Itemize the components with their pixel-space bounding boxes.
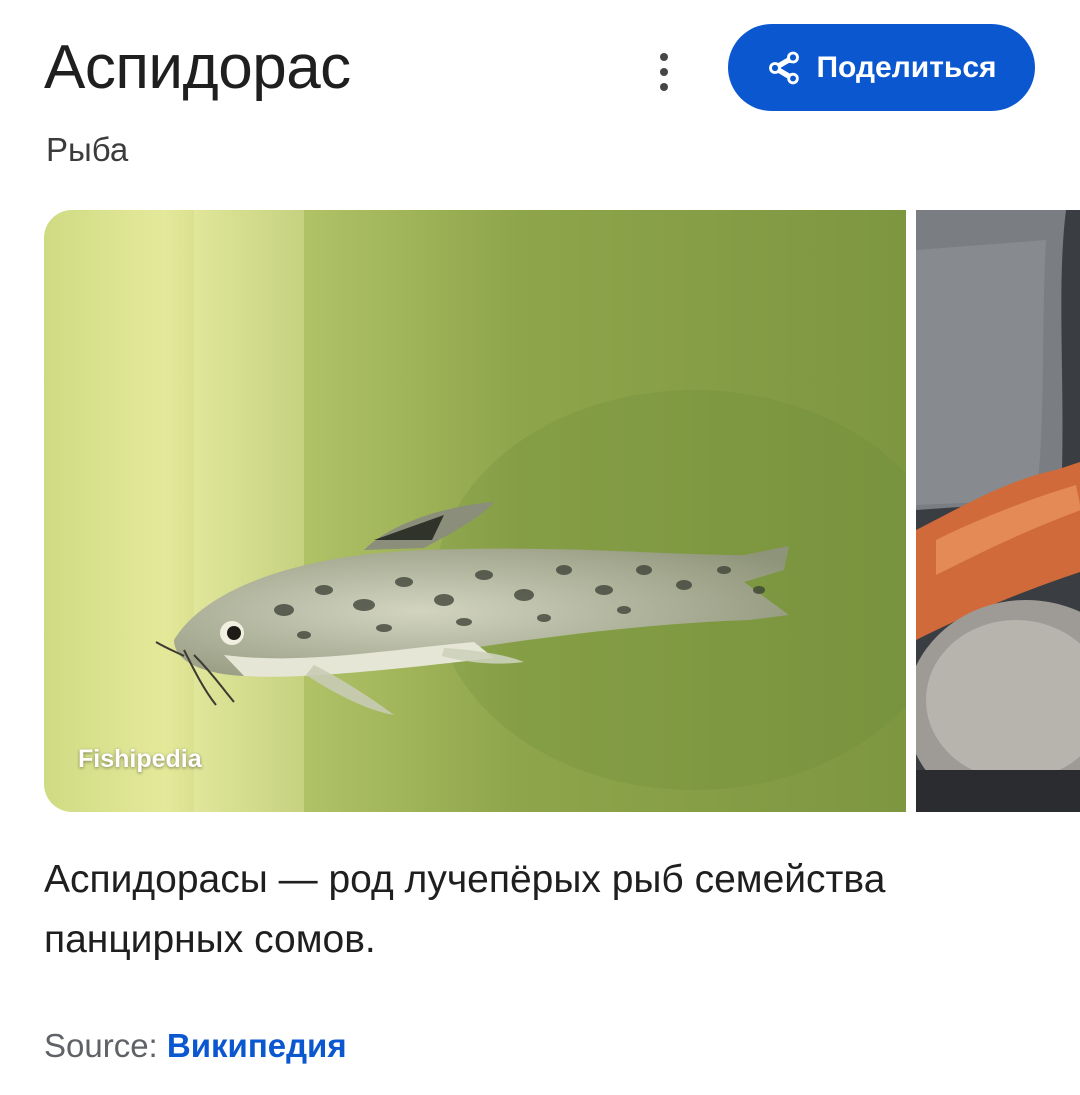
share-icon bbox=[766, 50, 802, 86]
entity-type: Рыба bbox=[46, 131, 129, 168]
source-prefix: Source: bbox=[44, 1027, 167, 1064]
source-link-wikipedia[interactable]: Википедия bbox=[167, 1027, 347, 1064]
image-carousel[interactable]: Fishipedia bbox=[44, 210, 1080, 812]
source-attribution: Source: Википедия bbox=[44, 1024, 347, 1068]
image-source-label: Fishipedia bbox=[78, 745, 202, 773]
fish-image-card-2[interactable] bbox=[916, 210, 1080, 812]
more-options-button[interactable] bbox=[640, 44, 688, 100]
entity-description: Аспидорасы — род лучепёрых рыб семейства… bbox=[44, 858, 886, 961]
more-vert-icon bbox=[660, 53, 668, 61]
catfish-photo bbox=[44, 210, 906, 812]
knowledge-panel: Аспидорас Рыба Поделиться Fishipedia Асп… bbox=[0, 0, 1080, 1095]
share-button-label: Поделиться bbox=[816, 50, 997, 84]
fish-image-card[interactable]: Fishipedia bbox=[44, 210, 906, 812]
page-title: Аспидорас bbox=[44, 33, 351, 102]
share-button[interactable]: Поделиться bbox=[728, 24, 1035, 111]
fish-photo-2 bbox=[916, 210, 1080, 812]
